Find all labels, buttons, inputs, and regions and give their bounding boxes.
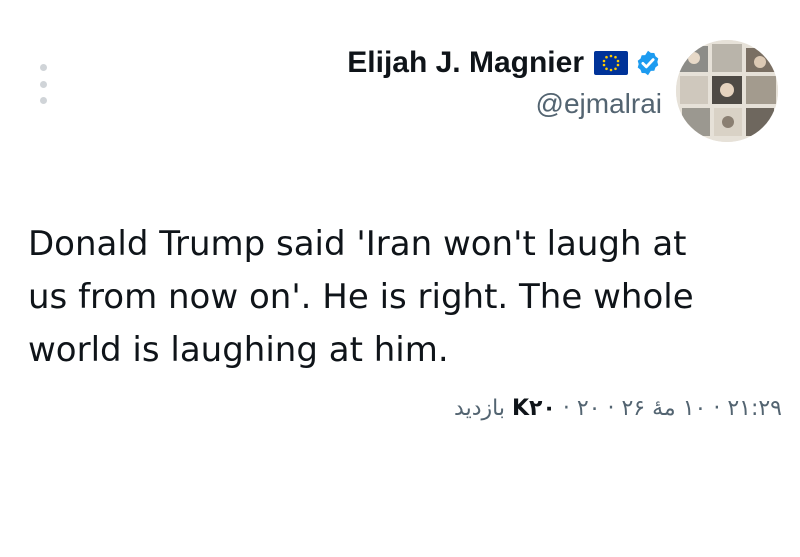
verified-badge-icon[interactable]	[634, 49, 662, 77]
display-name[interactable]: Elijah J. Magnier	[347, 46, 584, 80]
meta-separator: ·	[706, 396, 728, 421]
tweet-date[interactable]: ۱۰ مهٔ ۲۶	[621, 396, 706, 421]
tweet-year[interactable]: ۲۰	[577, 396, 601, 421]
meta-separator: ·	[555, 396, 577, 421]
eu-flag-icon	[594, 51, 628, 75]
user-handle[interactable]: @ejmalrai	[536, 88, 662, 120]
views-label: بازدید	[454, 396, 505, 421]
meta-separator: ·	[600, 396, 622, 421]
dot	[39, 64, 47, 71]
tweet-line: Donald Trump said 'Iran won't laugh at	[28, 224, 687, 264]
dot	[39, 80, 47, 88]
avatar[interactable]	[676, 40, 778, 142]
more-options-icon[interactable]	[36, 64, 50, 104]
dot	[39, 97, 47, 104]
user-info: Elijah J. Magnier @ejmalrai	[347, 46, 662, 120]
tweet-meta: ۲۱:۲۹ · ۱۰ مهٔ ۲۶ · ۲۰ · K۲۰ بازدید	[454, 396, 782, 421]
tweet-line: us from now on'. He is right. The whole	[28, 277, 694, 317]
avatar-collage-image	[676, 40, 778, 142]
name-row: Elijah J. Magnier	[347, 46, 662, 80]
tweet-header: Elijah J. Magnier @ejmalrai	[347, 40, 778, 142]
views-count: K۲۰	[511, 396, 556, 421]
tweet-time[interactable]: ۲۱:۲۹	[727, 396, 782, 421]
tweet-line: world is laughing at him.	[28, 330, 449, 370]
tweet-text: Donald Trump said 'Iran won't laugh at u…	[28, 218, 768, 377]
